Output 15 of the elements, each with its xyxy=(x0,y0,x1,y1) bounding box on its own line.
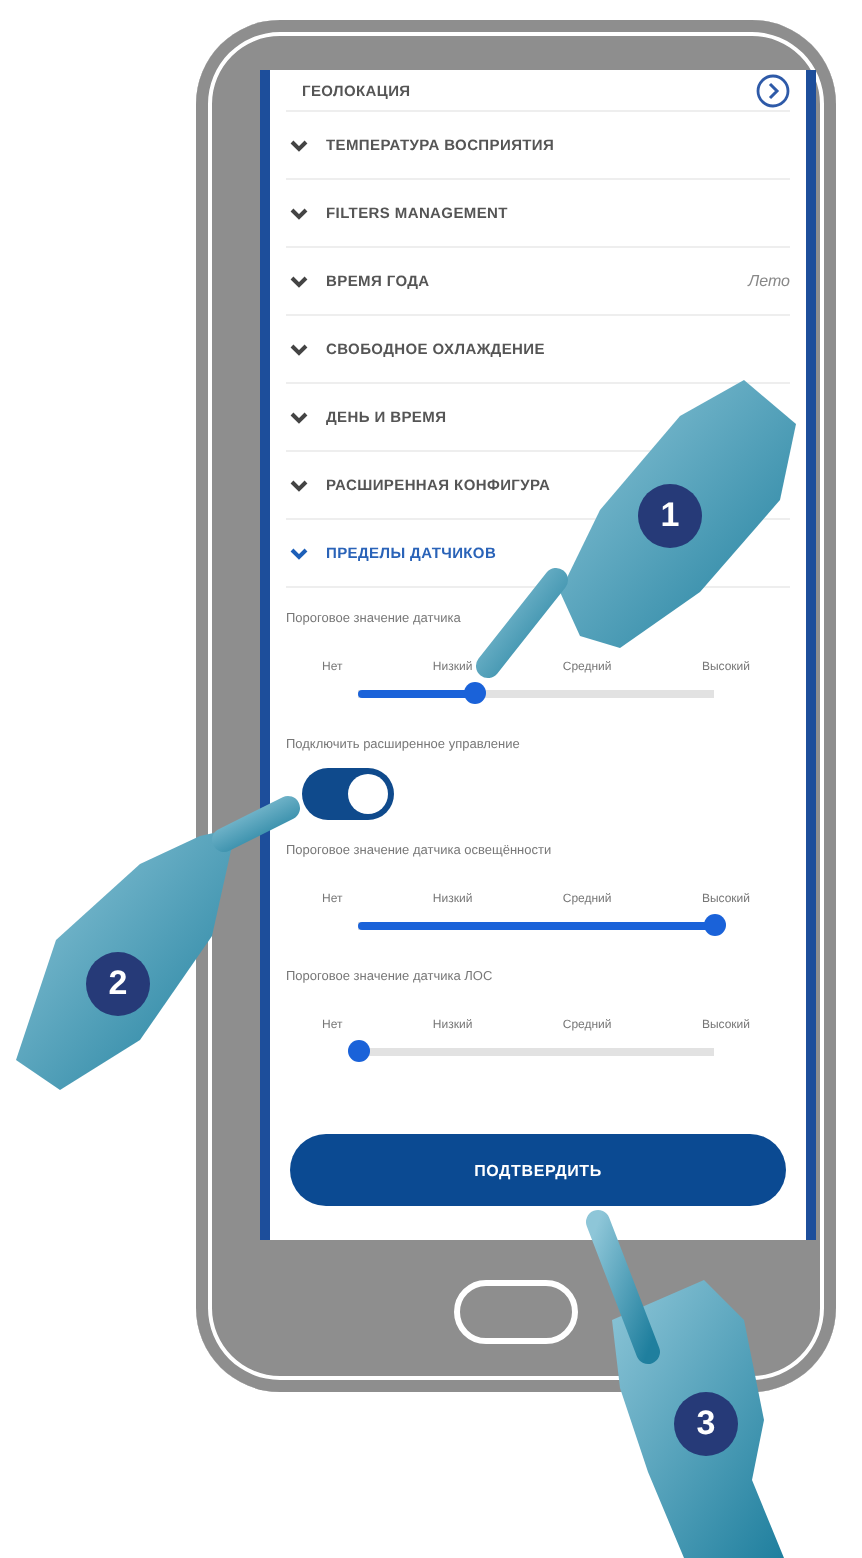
menu-value: Лето xyxy=(748,272,790,290)
chevron-icon xyxy=(290,139,308,151)
chevron-icon xyxy=(290,275,308,287)
slider-thumb[interactable] xyxy=(703,914,725,936)
chevron-icon xyxy=(290,479,308,491)
chevron-icon xyxy=(290,547,308,559)
chevron-icon xyxy=(290,207,308,219)
chevron-icon xyxy=(290,343,308,355)
chevron-icon xyxy=(290,411,308,423)
confirm-button[interactable]: ПОДТВЕРДИТЬ xyxy=(290,1134,786,1206)
slider-thumb[interactable] xyxy=(464,682,487,704)
toggle-switch[interactable] xyxy=(302,768,394,820)
slider-thumb[interactable] xyxy=(347,1040,369,1062)
arrow-circle-icon[interactable] xyxy=(756,73,790,107)
home-button[interactable] xyxy=(454,1280,578,1344)
